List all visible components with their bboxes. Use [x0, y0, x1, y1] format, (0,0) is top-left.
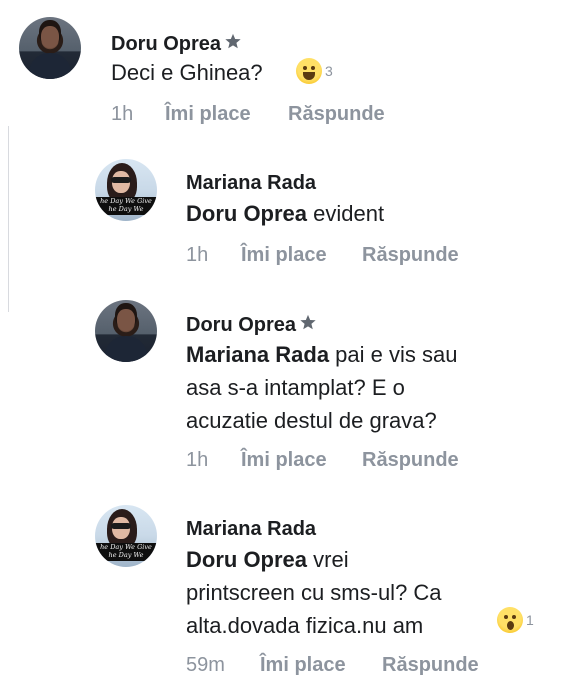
star-badge-icon	[300, 314, 316, 330]
comment-text: Doru Oprea evident	[186, 201, 385, 226]
comment-author[interactable]: Doru Oprea	[111, 33, 242, 56]
avatar[interactable]: he Day We Give he Day We	[95, 159, 157, 221]
avatar[interactable]	[19, 17, 81, 79]
comment-actions: 1h Îmi place Răspunde	[186, 244, 506, 268]
comment-timestamp[interactable]: 1h	[186, 244, 208, 267]
comment-text: Mariana Rada pai e vis sau asa s-a intam…	[186, 342, 458, 433]
avatar[interactable]: he Day We Give he Day We	[95, 505, 157, 567]
mention-link[interactable]: Mariana Rada	[186, 342, 329, 367]
reply-button[interactable]: Răspunde	[288, 103, 385, 126]
mention-link[interactable]: Doru Oprea	[186, 201, 307, 226]
comment-author[interactable]: Doru Oprea	[186, 314, 317, 337]
comment-timestamp[interactable]: 59m	[186, 654, 225, 677]
reply-button[interactable]: Răspunde	[362, 244, 459, 267]
wow-reaction-icon	[497, 607, 523, 633]
comment-author[interactable]: Mariana Rada	[186, 172, 316, 195]
comment-actions: 1h Îmi place Răspunde	[111, 103, 431, 127]
laugh-reaction-icon	[296, 58, 322, 84]
like-button[interactable]: Îmi place	[260, 654, 346, 677]
avatar[interactable]	[95, 300, 157, 362]
like-button[interactable]: Îmi place	[241, 244, 327, 267]
reply-button[interactable]: Răspunde	[382, 654, 479, 677]
reaction-count: 3	[325, 63, 333, 79]
left-edge-divider	[8, 126, 9, 312]
reaction-summary[interactable]: 1	[497, 607, 534, 633]
reaction-count: 1	[526, 612, 534, 628]
mention-link[interactable]: Doru Oprea	[186, 547, 307, 572]
like-button[interactable]: Îmi place	[165, 103, 251, 126]
comment-actions: 59m Îmi place Răspunde	[186, 654, 506, 678]
comment-text: Deci e Ghinea?	[111, 60, 263, 85]
comment-timestamp[interactable]: 1h	[186, 449, 208, 472]
reaction-summary[interactable]: 3	[296, 58, 333, 84]
comment-actions: 1h Îmi place Răspunde	[186, 449, 506, 473]
comment-author[interactable]: Mariana Rada	[186, 518, 316, 541]
reply-button[interactable]: Răspunde	[362, 449, 459, 472]
star-badge-icon	[225, 33, 241, 49]
comment-timestamp[interactable]: 1h	[111, 103, 133, 126]
like-button[interactable]: Îmi place	[241, 449, 327, 472]
comment-text: Doru Oprea vrei printscreen cu sms-ul? C…	[186, 547, 442, 638]
